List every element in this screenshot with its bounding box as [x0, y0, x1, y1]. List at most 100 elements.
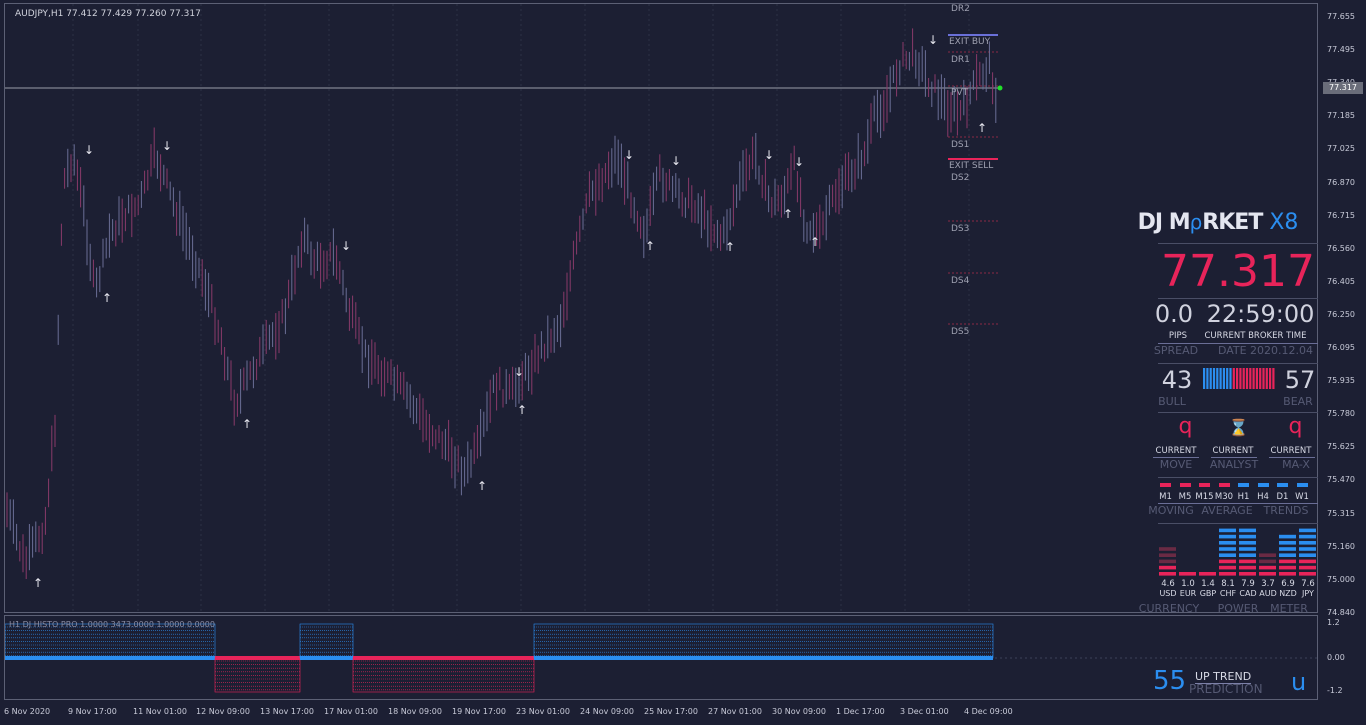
market-info-panel: DJ MρRKET X8 77.317 0.0 22:59:00 PIPS CU…: [1133, 200, 1323, 620]
sell-arrow-icon: ↓: [162, 139, 172, 153]
candlestick-chart[interactable]: ↓ ↓ ↓ ↓ ↓ ↓ ↓ ↓ ↓ ↑ ↑ ↑ ↑ ↑ ↑ ↑ ↑ ↑ ↑: [5, 4, 1317, 612]
currency-name: GBP: [1199, 589, 1217, 598]
gauge-bar: [1239, 368, 1242, 389]
gauge-bar: [1209, 368, 1212, 389]
level-ds4: DS4: [951, 276, 970, 286]
price-tick-label: 74.840: [1327, 607, 1355, 617]
gauge-bar: [1242, 368, 1245, 389]
main-chart-pane[interactable]: ↓ ↓ ↓ ↓ ↓ ↓ ↓ ↓ ↓ ↑ ↑ ↑ ↑ ↑ ↑ ↑ ↑ ↑ ↑ AUDJPY,H1 77.412 77.…: [4, 3, 1318, 615]
power-bar-segment: [1299, 572, 1316, 576]
power-bar-segment: [1259, 559, 1276, 564]
time-tick-label: 19 Nov 17:00: [452, 707, 506, 716]
time-tick-label: 4 Dec 09:00: [964, 707, 1013, 716]
histogram-indicator-pane[interactable]: H1 DJ HISTO PRO 1.0000 3473.0000 1.0000 …: [4, 615, 1318, 700]
currency-name: CAD: [1239, 589, 1257, 598]
currency-name: NZD: [1279, 589, 1297, 598]
time-tick-label: 1 Dec 17:00: [836, 707, 885, 716]
power-bar-segment: [1239, 528, 1256, 533]
divider: [1158, 477, 1318, 478]
power-bar-segment: [1279, 553, 1296, 557]
timeframe-label: M1: [1159, 492, 1172, 502]
level-ds2: DS2: [951, 173, 970, 183]
time-tick-label: 12 Nov 09:00: [196, 707, 250, 716]
histogram-block: [299, 623, 354, 659]
power-bar-segment: [1159, 559, 1176, 564]
max-label: MA-X: [1282, 458, 1310, 471]
indicator-header: H1 DJ HISTO PRO 1.0000 3473.0000 1.0000 …: [9, 620, 215, 629]
price-tick-label: 75.625: [1327, 442, 1355, 452]
broker-time-value: 22:59:00: [1206, 300, 1315, 328]
power-bar-segment: [1239, 559, 1256, 564]
currency-name: USD: [1159, 589, 1177, 598]
buy-arrow-icon: ↑: [477, 479, 487, 493]
gauge-bar: [1265, 368, 1268, 389]
trend-bar: [1296, 483, 1308, 487]
gauge-bar: [1252, 368, 1255, 389]
gauge-bar: [1226, 368, 1229, 389]
timeframe-label: M30: [1214, 492, 1234, 502]
currency-name: AUD: [1259, 589, 1277, 598]
price-tick-label: 75.000: [1327, 574, 1355, 584]
price-tick-label: 76.715: [1327, 210, 1355, 220]
symbol-header: AUDJPY,H1 77.412 77.429 77.260 77.317: [15, 9, 201, 19]
time-tick-label: 18 Nov 09:00: [388, 707, 442, 716]
power-bar-segment: [1219, 534, 1236, 539]
power-bar-segment: [1219, 565, 1236, 570]
gauge-bar: [1255, 368, 1258, 389]
sell-arrow-icon: ↓: [794, 155, 804, 169]
power-bar-segment: [1279, 534, 1296, 539]
meter-label: METER: [1270, 602, 1308, 615]
power-bar-segment: [1239, 565, 1256, 570]
price-tick-label: 75.470: [1327, 475, 1355, 485]
power-bar-segment: [1239, 572, 1256, 576]
power-label: POWER: [1217, 602, 1259, 615]
trend-bar: [1179, 483, 1191, 487]
level-ds3: DS3: [951, 224, 970, 234]
average-label: AVERAGE: [1201, 504, 1253, 517]
power-bar-segment: [1219, 559, 1236, 564]
time-tick-label: 13 Nov 17:00: [260, 707, 314, 716]
current-label-3: CURRENT: [1270, 446, 1312, 456]
level-ds1: DS1: [951, 140, 970, 150]
spread-value: 0.0: [1154, 300, 1194, 328]
power-bar-segment: [1259, 572, 1276, 576]
power-bar-segment: [1159, 565, 1176, 570]
current-label-1: CURRENT: [1155, 446, 1197, 456]
time-tick-label: 23 Nov 01:00: [516, 707, 570, 716]
sell-arrow-icon: ↓: [624, 148, 634, 162]
time-tick-label: 27 Nov 01:00: [708, 707, 762, 716]
power-bar-segment: [1299, 559, 1316, 564]
trend-bar: [1277, 483, 1288, 487]
gauge-bar: [1219, 368, 1222, 389]
buy-arrow-icon: ↑: [517, 403, 527, 417]
power-bar-segment: [1179, 572, 1196, 576]
timeframe-label: M5: [1178, 492, 1192, 502]
spread-label: SPREAD: [1153, 344, 1199, 357]
time-tick-label: 6 Nov 2020: [4, 707, 51, 716]
power-bar-segment: [1279, 559, 1296, 564]
power-bar-segment: [1239, 541, 1256, 545]
price-tick-label: 76.870: [1327, 177, 1355, 187]
level-pvt: PVT: [951, 88, 969, 98]
time-tick-label: 9 Nov 17:00: [68, 707, 117, 716]
gauge-bar: [1232, 368, 1235, 389]
trend-bar: [1199, 483, 1210, 487]
gauge-bar: [1222, 368, 1225, 389]
bear-value: 57: [1284, 366, 1316, 394]
indicator-tick-label: -1.2: [1327, 686, 1343, 695]
power-bar-segment: [1239, 534, 1256, 539]
buy-arrow-icon: ↑: [810, 235, 820, 249]
sell-arrow-icon: ↓: [764, 148, 774, 162]
bull-label: BULL: [1158, 395, 1186, 408]
power-bar-segment: [1299, 553, 1316, 557]
level-exit-sell: EXIT SELL: [949, 161, 994, 171]
power-bar-segment: [1199, 572, 1216, 576]
gauge-bar: [1272, 368, 1275, 389]
currency-name: CHF: [1219, 589, 1237, 598]
time-tick-label: 24 Nov 09:00: [580, 707, 634, 716]
divider: [1158, 523, 1318, 524]
currency-power-value: 1.0: [1181, 579, 1195, 589]
gauge-bar: [1216, 368, 1219, 389]
moving-label: MOVING: [1148, 504, 1194, 517]
sell-arrow-icon: ↓: [514, 365, 524, 379]
